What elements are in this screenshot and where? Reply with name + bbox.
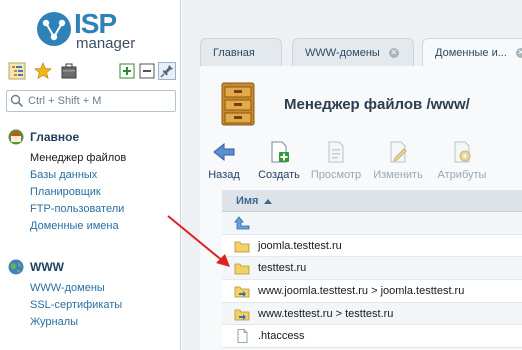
sidebar-group-www-header[interactable]: WWW (8, 258, 178, 276)
folder-icon (234, 263, 250, 275)
folder-link-icon (234, 309, 250, 321)
create-button[interactable]: Создать (256, 140, 302, 181)
row-name: .htaccess (258, 330, 305, 343)
table-row-parent-dir[interactable] (222, 212, 522, 235)
sidebar-item-www-domains[interactable]: WWW-домены (30, 280, 178, 297)
favorites-star-icon[interactable] (34, 62, 52, 80)
back-arrow-icon (213, 142, 235, 162)
sidebar-item-scheduler[interactable]: Планировщик (30, 184, 178, 201)
tab-home[interactable]: Главная (200, 38, 282, 66)
attributes-button[interactable]: Атрибуты (434, 140, 490, 181)
tab-label: WWW-домены (305, 47, 380, 59)
table-row[interactable]: testtest.ru (222, 257, 522, 281)
table-row[interactable]: www.testtest.ru > testtest.ru (222, 302, 522, 326)
edit-button[interactable]: Изменить (370, 140, 426, 181)
folder-link-icon (234, 286, 250, 298)
logo-product-text: manager (76, 35, 136, 52)
file-cabinet-icon (221, 82, 255, 126)
sort-ascending-icon (264, 199, 272, 204)
tab-www-domains[interactable]: WWW-домены ✕ (292, 38, 414, 66)
isp-manager-logo[interactable]: ISP manager (36, 8, 156, 52)
main-group-icon (8, 129, 24, 145)
tree-view-icon[interactable] (8, 62, 26, 80)
sidebar-group-www: WWW WWW-домены SSL-сертификаты Журналы (8, 258, 178, 331)
pin-icon[interactable] (158, 62, 176, 80)
up-folder-icon (234, 216, 250, 230)
toolbar: Назад Создать Просмотр Изменить Атрибуты (204, 140, 522, 182)
sidebar-item-logs[interactable]: Журналы (30, 314, 178, 331)
file-table: Имя joomla.testtest.ru testtest.ru www.j… (222, 190, 522, 349)
tab-domain-names[interactable]: Доменные и... ✕ (422, 38, 522, 66)
close-icon[interactable]: ✕ (388, 48, 399, 59)
view-button-label: Просмотр (310, 169, 362, 181)
folder-icon (234, 241, 250, 253)
search-placeholder: Ctrl + Shift + M (28, 95, 102, 107)
create-button-label: Создать (258, 169, 300, 181)
sidebar-item-databases[interactable]: Базы данных (30, 167, 178, 184)
sidebar-items: WWW-домены SSL-сертификаты Журналы (8, 280, 178, 331)
attributes-button-label: Атрибуты (437, 169, 487, 181)
logo-mark-icon (37, 12, 71, 46)
sidebar-group-main: Главное Менеджер файлов Базы данных План… (8, 128, 178, 235)
row-name: testtest.ru (258, 262, 307, 275)
table-body: joomla.testtest.ru testtest.ru www.jooml… (222, 212, 522, 349)
back-button-label: Назад (208, 169, 240, 181)
search-input[interactable]: Ctrl + Shift + M (6, 90, 176, 112)
tab-label: Главная (213, 47, 255, 59)
expand-all-icon[interactable] (118, 62, 136, 80)
sidebar-item-ftp-users[interactable]: FTP-пользователи (30, 201, 178, 218)
sidebar-tools (8, 62, 176, 82)
sidebar-item-domain-names[interactable]: Доменные имена (30, 218, 178, 235)
tab-label: Доменные и... (435, 47, 507, 59)
collapse-all-icon[interactable] (138, 62, 156, 80)
sidebar-items: Менеджер файлов Базы данных Планировщик … (8, 150, 178, 235)
table-row[interactable]: www.joomla.testtest.ru > joomla.testtest… (222, 280, 522, 303)
view-button[interactable]: Просмотр (308, 140, 364, 181)
sidebar-group-title: Главное (30, 130, 80, 144)
file-manager-content: Менеджер файлов /www/ Назад Создать Прос… (200, 66, 522, 350)
back-button[interactable]: Назад (204, 140, 244, 181)
view-file-icon (328, 141, 344, 163)
attributes-gear-icon (454, 141, 471, 163)
create-file-icon (271, 141, 289, 163)
sidebar-item-ssl-certificates[interactable]: SSL-сертификаты (30, 297, 178, 314)
row-name: www.joomla.testtest.ru > joomla.testtest… (258, 285, 465, 298)
close-icon[interactable]: ✕ (515, 48, 522, 59)
sidebar-group-title: WWW (30, 260, 64, 274)
search-icon (10, 94, 24, 108)
page-title: Менеджер файлов /www/ (284, 96, 470, 113)
file-icon (237, 329, 248, 344)
globe-icon (8, 259, 24, 275)
edit-button-label: Изменить (373, 169, 423, 181)
table-row[interactable]: joomla.testtest.ru (222, 234, 522, 258)
main-panel: Главная WWW-домены ✕ Доменные и... ✕ Мен… (182, 0, 522, 350)
tab-bar: Главная WWW-домены ✕ Доменные и... ✕ (182, 38, 522, 66)
sidebar-group-main-header[interactable]: Главное (8, 128, 178, 146)
left-panel: ISP manager Ctrl + Shift + M Главное Мен… (0, 0, 181, 350)
row-name: joomla.testtest.ru (258, 239, 342, 252)
briefcase-icon[interactable] (60, 62, 78, 80)
row-name: www.testtest.ru > testtest.ru (258, 307, 394, 320)
table-row[interactable]: .htaccess (222, 325, 522, 349)
sidebar-item-file-manager[interactable]: Менеджер файлов (30, 150, 178, 167)
name-column-header[interactable]: Имя (236, 195, 258, 207)
edit-file-icon (390, 141, 407, 163)
table-header[interactable]: Имя (222, 190, 522, 212)
